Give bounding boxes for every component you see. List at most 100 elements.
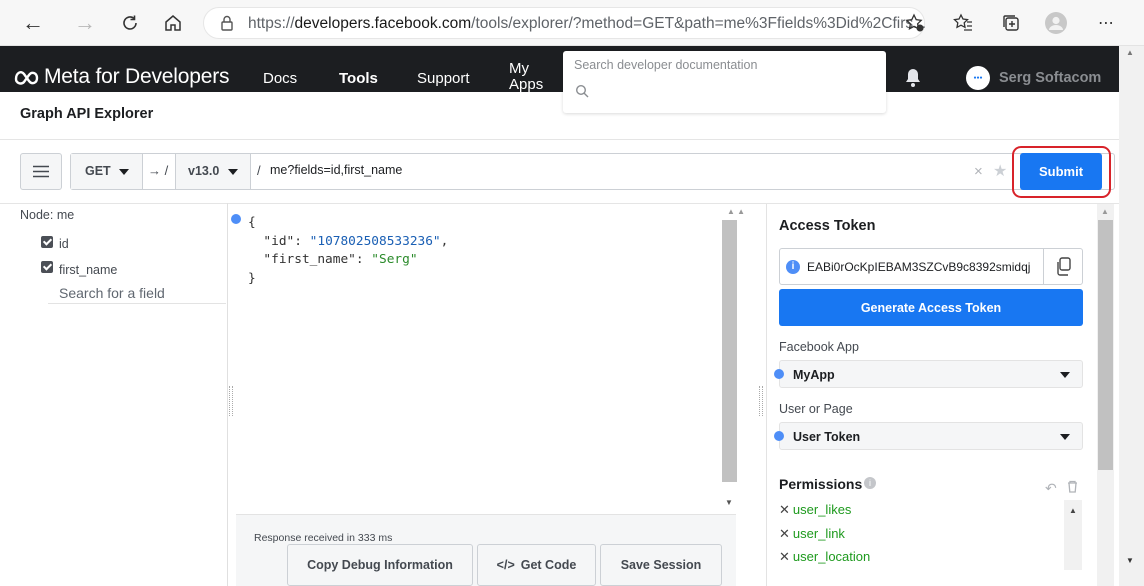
avatar-logo-icon: ●●● (973, 75, 983, 81)
user-or-page-select[interactable]: User Token (779, 422, 1083, 450)
divider (0, 139, 1144, 140)
node-panel: Node: me id first_name Search for a fiel… (0, 203, 228, 586)
nav-support[interactable]: Support (417, 70, 470, 87)
copy-icon[interactable] (1055, 257, 1072, 281)
search-input[interactable]: Search developer documentation (574, 58, 757, 72)
permission-label: user_link (792, 526, 845, 541)
response-status: Response received in 333 ms (254, 532, 393, 544)
json-open-brace: { (248, 215, 256, 230)
user-or-page-label: User or Page (779, 402, 853, 416)
json-key-first-name: "first_name": (263, 252, 372, 267)
method-label: GET (85, 164, 111, 178)
resize-handle[interactable] (229, 386, 233, 416)
url-text: https://developers.facebook.com/tools/ex… (248, 15, 927, 32)
get-code-button[interactable]: </> Get Code (477, 544, 596, 586)
browser-toolbar: ← → https://developers.facebook.com/tool… (0, 0, 1144, 46)
more-icon[interactable]: ⋯ (1091, 8, 1121, 38)
nav-docs[interactable]: Docs (263, 70, 297, 87)
home-icon[interactable] (158, 8, 188, 38)
meta-logo[interactable]: Meta for Developers (14, 65, 229, 89)
node-label: Node: me (20, 208, 75, 222)
facebook-app-select[interactable]: MyApp (779, 360, 1083, 388)
favorites-icon[interactable] (948, 8, 978, 38)
add-favorite-icon[interactable] (900, 8, 930, 38)
permissions-title: Permissions (779, 476, 863, 492)
scroll-down-icon[interactable]: ▼ (1126, 556, 1134, 565)
save-session-button[interactable]: Save Session (600, 544, 722, 586)
fold-marker (231, 214, 241, 224)
page-title: Graph API Explorer (20, 106, 154, 122)
refresh-icon[interactable] (115, 8, 145, 38)
field-label-id: id (59, 237, 69, 251)
back-icon[interactable]: ← (18, 8, 48, 38)
info-icon[interactable]: i (864, 477, 876, 489)
permission-user-location[interactable]: ✕ user_location (779, 549, 870, 565)
user-name[interactable]: Serg Softacom (999, 70, 1101, 86)
response-scrollbar[interactable] (722, 220, 737, 482)
search-icon[interactable] (575, 84, 589, 103)
field-checkbox-first-name[interactable] (41, 261, 53, 273)
json-first-name-value: "Serg" (371, 252, 418, 267)
page-scroll-track[interactable] (1119, 46, 1144, 586)
json-comma: , (440, 233, 449, 249)
status-dot (774, 369, 784, 379)
submit-highlight (1012, 146, 1111, 198)
user-avatar[interactable]: ●●● (966, 66, 990, 90)
nav-my-apps[interactable]: My Apps (509, 61, 547, 92)
json-key-id: "id": (263, 233, 310, 249)
notifications-bell-icon[interactable] (904, 68, 922, 92)
generate-access-token-button[interactable]: Generate Access Token (779, 289, 1083, 326)
permission-label: user_location (792, 549, 871, 564)
remove-icon[interactable]: ✕ (779, 526, 790, 541)
divider (1043, 249, 1044, 284)
permission-user-likes[interactable]: ✕ user_likes (779, 502, 851, 518)
chevron-down-icon (1060, 434, 1070, 440)
permissions-scrollbar[interactable]: ▲ (1064, 500, 1082, 570)
scroll-up-icon[interactable]: ▲ ▲ (727, 207, 745, 216)
field-checkbox-id[interactable] (41, 236, 53, 248)
meta-infinity-icon (14, 71, 39, 85)
method-select[interactable]: GET (71, 154, 143, 189)
resize-handle[interactable] (759, 386, 763, 416)
version-select[interactable]: v13.0 (175, 154, 251, 189)
remove-icon[interactable]: ✕ (779, 502, 790, 517)
version-label: v13.0 (188, 164, 220, 178)
nav-tools[interactable]: Tools (339, 70, 378, 87)
right-panel-scrollbar[interactable] (1098, 220, 1113, 470)
star-icon[interactable]: ★ (993, 161, 1007, 181)
scroll-down-icon[interactable]: ▼ (725, 498, 733, 507)
response-json: { "id": "107802508533236", "first_name":… (248, 214, 448, 288)
json-close-brace: } (248, 270, 256, 286)
scroll-up-icon[interactable]: ▲ (1101, 207, 1109, 216)
undo-icon[interactable]: ↶ (1045, 480, 1057, 497)
remove-icon[interactable]: ✕ (779, 549, 790, 564)
user-or-page-value: User Token (793, 430, 861, 444)
get-code-label: Get Code (520, 558, 577, 572)
chevron-down-icon (119, 169, 129, 175)
json-id-value: "107802508533236" (309, 233, 441, 249)
profile-avatar-icon[interactable] (1041, 8, 1071, 38)
forward-icon[interactable]: → (70, 8, 100, 38)
address-bar[interactable]: https://developers.facebook.com/tools/ex… (203, 7, 927, 39)
access-token-field[interactable]: i EABi0rOcKpIEBAM3SZCvB9c8392smidqj (779, 248, 1083, 285)
permission-user-link[interactable]: ✕ user_link (779, 526, 845, 542)
docs-search-box[interactable]: Search developer documentation (563, 51, 886, 113)
permission-label: user_likes (792, 502, 852, 517)
field-label-first-name: first_name (59, 263, 118, 277)
info-icon: i (786, 260, 800, 274)
status-dot (774, 431, 784, 441)
menu-button[interactable] (20, 153, 62, 190)
field-search-input[interactable]: Search for a field (59, 285, 165, 301)
facebook-app-label: Facebook App (779, 340, 859, 354)
trash-icon[interactable] (1067, 480, 1078, 498)
hamburger-icon (33, 165, 49, 178)
clear-icon[interactable]: × (974, 163, 983, 180)
access-token-value[interactable]: EABi0rOcKpIEBAM3SZCvB9c8392smidqj (807, 260, 1041, 274)
scroll-up-icon[interactable]: ▲ (1126, 48, 1134, 57)
copy-debug-button[interactable]: Copy Debug Information (287, 544, 473, 586)
scroll-up-icon[interactable]: ▲ (1069, 506, 1077, 515)
chevron-down-icon (228, 169, 238, 175)
query-input[interactable]: me?fields=id,first_name (270, 163, 402, 177)
collections-icon[interactable] (996, 8, 1026, 38)
chevron-down-icon (1060, 372, 1070, 378)
